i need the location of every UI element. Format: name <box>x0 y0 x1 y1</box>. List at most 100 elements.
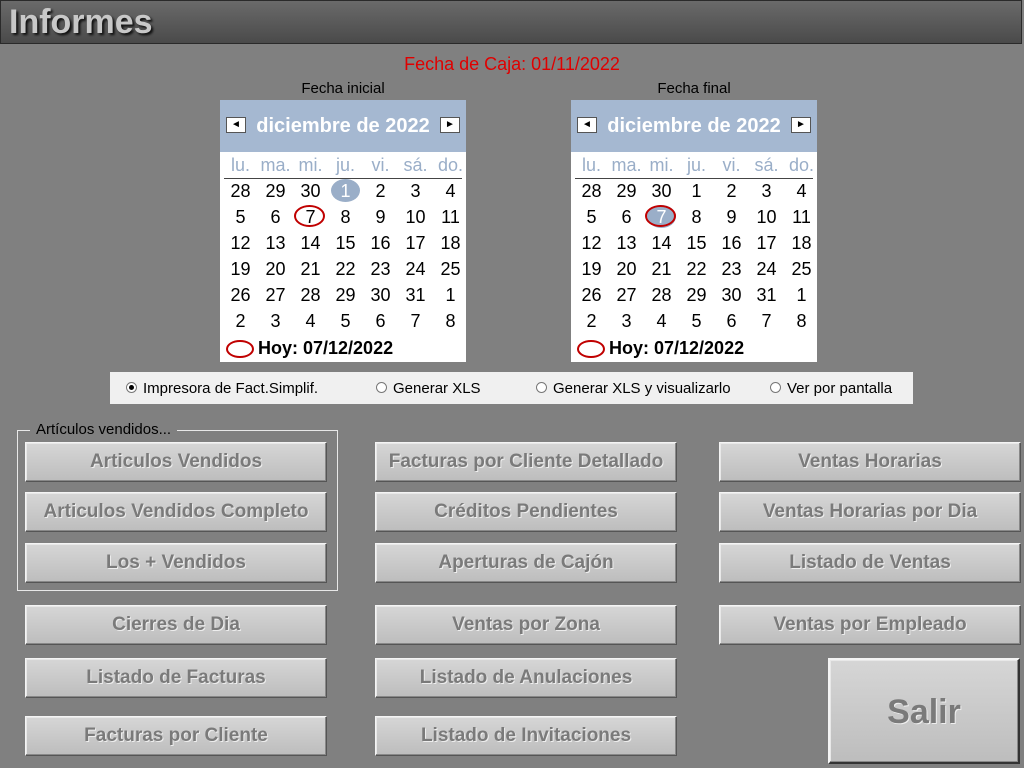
calendar-day[interactable]: 28 <box>293 282 328 308</box>
calendar-day[interactable]: 21 <box>644 256 679 282</box>
calendar-day[interactable]: 31 <box>398 282 433 308</box>
option-xls-visualizar[interactable]: Generar XLS y visualizarlo <box>536 380 731 397</box>
calendar-day[interactable]: 6 <box>714 308 749 334</box>
calendar-day[interactable]: 7 <box>644 204 679 230</box>
calendar-day[interactable]: 30 <box>293 178 328 204</box>
listado-anulaciones-button[interactable]: Listado de Anulaciones <box>375 658 677 698</box>
calendar-day[interactable]: 4 <box>784 178 819 204</box>
calendar-day[interactable]: 23 <box>363 256 398 282</box>
calendar-day[interactable]: 11 <box>784 204 819 230</box>
calendar-day[interactable]: 22 <box>328 256 363 282</box>
calendar-day[interactable]: 5 <box>223 204 258 230</box>
calendar-day[interactable]: 10 <box>749 204 784 230</box>
radio-impresora[interactable] <box>126 381 137 393</box>
calendar-day[interactable]: 28 <box>574 178 609 204</box>
calendar-day[interactable]: 8 <box>328 204 363 230</box>
calendar-day[interactable]: 7 <box>749 308 784 334</box>
calendar-day[interactable]: 15 <box>679 230 714 256</box>
calendar-day[interactable]: 18 <box>784 230 819 256</box>
calendar-day[interactable]: 18 <box>433 230 468 256</box>
calendar-day[interactable]: 4 <box>644 308 679 334</box>
calendar-day[interactable]: 2 <box>714 178 749 204</box>
calendar-day[interactable]: 19 <box>574 256 609 282</box>
articulos-vendidos-completo-button[interactable]: Articulos Vendidos Completo <box>25 492 327 532</box>
listado-ventas-button[interactable]: Listado de Ventas <box>719 543 1021 583</box>
calendar-day[interactable]: 19 <box>223 256 258 282</box>
ventas-empleado-button[interactable]: Ventas por Empleado <box>719 605 1021 645</box>
facturas-cliente-button[interactable]: Facturas por Cliente <box>25 716 327 756</box>
option-pantalla[interactable]: Ver por pantalla <box>770 380 892 397</box>
calendar-day[interactable]: 11 <box>433 204 468 230</box>
calendar-day[interactable]: 9 <box>363 204 398 230</box>
calendar-day[interactable]: 16 <box>714 230 749 256</box>
calendar-day[interactable]: 25 <box>784 256 819 282</box>
calendar-day[interactable]: 1 <box>679 178 714 204</box>
los-mas-vendidos-button[interactable]: Los + Vendidos <box>25 543 327 583</box>
calendar-day[interactable]: 3 <box>398 178 433 204</box>
calendar-day[interactable]: 13 <box>258 230 293 256</box>
calendar-day[interactable]: 30 <box>714 282 749 308</box>
radio-xls-visualizar[interactable] <box>536 381 547 393</box>
calendar-day[interactable]: 10 <box>398 204 433 230</box>
calendar-day[interactable]: 5 <box>574 204 609 230</box>
salir-button[interactable]: Salir <box>828 658 1020 764</box>
radio-pantalla[interactable] <box>770 381 781 393</box>
calendar-day[interactable]: 21 <box>293 256 328 282</box>
calendar-day[interactable]: 29 <box>258 178 293 204</box>
calendar-day[interactable]: 4 <box>293 308 328 334</box>
calendar-day[interactable]: 24 <box>398 256 433 282</box>
calendar-day[interactable]: 2 <box>574 308 609 334</box>
calendar-day[interactable]: 26 <box>223 282 258 308</box>
calendar-day[interactable]: 1 <box>433 282 468 308</box>
calendar-day[interactable]: 27 <box>609 282 644 308</box>
calendar-day[interactable]: 17 <box>749 230 784 256</box>
calendar-day[interactable]: 30 <box>363 282 398 308</box>
calendar-day[interactable]: 6 <box>609 204 644 230</box>
listado-invitaciones-button[interactable]: Listado de Invitaciones <box>375 716 677 756</box>
today-link[interactable]: Hoy: 07/12/2022 <box>577 338 744 359</box>
calendar-day[interactable]: 5 <box>679 308 714 334</box>
calendar-month-title[interactable]: diciembre de 2022 <box>220 115 466 138</box>
listado-facturas-button[interactable]: Listado de Facturas <box>25 658 327 698</box>
next-month-button[interactable]: ► <box>440 117 460 133</box>
calendar-day[interactable]: 27 <box>258 282 293 308</box>
calendar-day[interactable]: 29 <box>679 282 714 308</box>
calendar-day[interactable]: 22 <box>679 256 714 282</box>
calendar-day[interactable]: 29 <box>328 282 363 308</box>
calendar-day[interactable]: 15 <box>328 230 363 256</box>
option-xls[interactable]: Generar XLS <box>376 380 481 397</box>
calendar-day[interactable]: 17 <box>398 230 433 256</box>
calendar-day[interactable]: 24 <box>749 256 784 282</box>
calendar-day[interactable]: 28 <box>644 282 679 308</box>
creditos-pendientes-button[interactable]: Créditos Pendientes <box>375 492 677 532</box>
aperturas-cajon-button[interactable]: Aperturas de Cajón <box>375 543 677 583</box>
calendar-day[interactable]: 16 <box>363 230 398 256</box>
calendar-day[interactable]: 9 <box>714 204 749 230</box>
calendar-day[interactable]: 28 <box>223 178 258 204</box>
calendar-day[interactable]: 7 <box>293 204 328 230</box>
calendar-day[interactable]: 13 <box>609 230 644 256</box>
calendar-day[interactable]: 6 <box>363 308 398 334</box>
calendar-day[interactable]: 20 <box>609 256 644 282</box>
calendar-day[interactable]: 26 <box>574 282 609 308</box>
calendar-day[interactable]: 31 <box>749 282 784 308</box>
calendar-fecha-final[interactable]: ◄ diciembre de 2022 ► Hoy: 07/12/2022 lu… <box>571 100 817 362</box>
calendar-day[interactable]: 29 <box>609 178 644 204</box>
facturas-cliente-detallado-button[interactable]: Facturas por Cliente Detallado <box>375 442 677 482</box>
cierres-dia-button[interactable]: Cierres de Dia <box>25 605 327 645</box>
calendar-day[interactable]: 12 <box>574 230 609 256</box>
radio-xls[interactable] <box>376 381 387 393</box>
ventas-zona-button[interactable]: Ventas por Zona <box>375 605 677 645</box>
calendar-day[interactable]: 1 <box>784 282 819 308</box>
calendar-fecha-inicial[interactable]: ◄ diciembre de 2022 ► Hoy: 07/12/2022 lu… <box>220 100 466 362</box>
calendar-month-title[interactable]: diciembre de 2022 <box>571 115 817 138</box>
calendar-day[interactable]: 3 <box>258 308 293 334</box>
calendar-day[interactable]: 5 <box>328 308 363 334</box>
calendar-day[interactable]: 2 <box>223 308 258 334</box>
calendar-day[interactable]: 2 <box>363 178 398 204</box>
today-link[interactable]: Hoy: 07/12/2022 <box>226 338 393 359</box>
calendar-day[interactable]: 8 <box>433 308 468 334</box>
calendar-day[interactable]: 1 <box>328 178 363 204</box>
calendar-day[interactable]: 3 <box>609 308 644 334</box>
calendar-day[interactable]: 25 <box>433 256 468 282</box>
